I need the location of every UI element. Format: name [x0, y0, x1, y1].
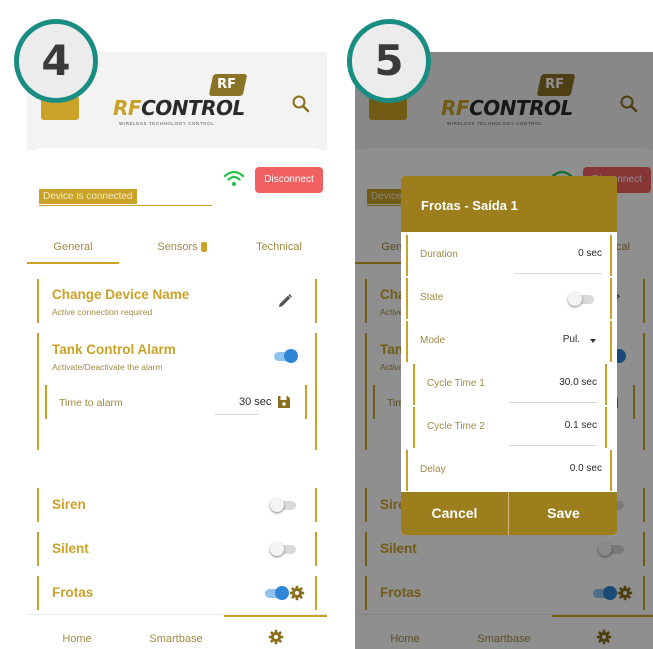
sensors-badge	[200, 242, 207, 253]
frotas-row: Frotas	[37, 576, 317, 610]
logo-name: CONTROL	[141, 96, 245, 120]
cycle-time-1-label: Cycle Time 1	[427, 378, 485, 389]
tank-alarm-toggle[interactable]	[270, 349, 298, 363]
cycle-time-1-row: Cycle Time 1 30.0 sec	[413, 364, 607, 405]
nav-smartbase-label: Smartbase	[149, 633, 203, 645]
frotas-toggle[interactable]	[261, 586, 289, 600]
tank-alarm-subtitle: Activate/Deactivate the alarm	[52, 362, 163, 372]
cycle-time-2-label: Cycle Time 2	[427, 421, 485, 432]
chevron-down-icon[interactable]	[590, 339, 596, 343]
gear-icon[interactable]	[289, 585, 305, 601]
nav-home[interactable]: Home	[27, 615, 127, 649]
logo-tagline: WIRELESS TECHNOLOGY CONTROL	[119, 121, 215, 126]
tab-sensors-label: Sensors	[157, 241, 198, 253]
dialog-title: Frotas - Saída 1	[421, 198, 518, 213]
settings-screen: RF RFCONTROL WIRELESS TECHNOLOGY CONTROL…	[27, 52, 327, 649]
save-icon[interactable]	[277, 395, 291, 409]
pencil-icon[interactable]	[277, 293, 293, 309]
siren-title: Siren	[52, 497, 86, 512]
mode-row: Mode Pul.	[406, 321, 612, 362]
nav-settings[interactable]	[224, 615, 327, 649]
cycle-time-1-underline	[509, 402, 597, 403]
siren-row: Siren	[37, 488, 317, 522]
dialog-header: Frotas - Saída 1	[401, 176, 617, 232]
cycle-time-1-value[interactable]: 30.0 sec	[559, 377, 597, 388]
delay-value[interactable]: 0.0 sec	[570, 463, 602, 474]
cancel-button[interactable]: Cancel	[401, 492, 509, 535]
change-device-name-title: Change Device Name	[52, 287, 190, 302]
change-device-name-subtitle: Active connection required	[52, 307, 153, 317]
time-to-alarm-label: Time to alarm	[59, 397, 123, 409]
time-to-alarm-underline	[215, 414, 259, 415]
rfcontrol-logo: RF RFCONTROL WIRELESS TECHNOLOGY CONTROL	[113, 68, 253, 128]
device-card: Device is connected Disconnect General S…	[27, 148, 327, 649]
time-to-alarm-row: Time to alarm 30 sec	[45, 385, 307, 419]
state-label: State	[420, 292, 444, 303]
settings-gear-icon	[268, 629, 284, 645]
step-number-badge: 4	[14, 19, 98, 103]
tab-general[interactable]: General	[27, 234, 119, 264]
dialog-footer: Cancel Save	[401, 492, 617, 535]
logo-text: RFCONTROL	[113, 96, 245, 120]
delay-label: Delay	[420, 464, 446, 475]
state-row: State	[406, 278, 612, 319]
bottom-nav: Home Smartbase	[27, 614, 327, 649]
status-underline	[39, 205, 212, 206]
duration-row: Duration 0 sec	[406, 235, 612, 276]
duration-label: Duration	[420, 249, 458, 260]
tab-general-label: General	[53, 241, 93, 253]
logo-prefix: RF	[113, 96, 142, 120]
delay-row: Delay 0.0 sec	[406, 450, 612, 491]
duration-underline	[514, 273, 602, 274]
save-button[interactable]: Save	[510, 492, 617, 535]
silent-toggle[interactable]	[270, 542, 298, 556]
search-icon[interactable]	[291, 94, 311, 114]
nav-home-label: Home	[62, 633, 92, 645]
cycle-time-2-value[interactable]: 0.1 sec	[565, 420, 597, 431]
mode-select[interactable]: Pul.	[563, 334, 580, 345]
state-toggle[interactable]	[568, 292, 596, 306]
connection-status-badge: Device is connected	[39, 189, 137, 204]
logo-mark: RF	[208, 74, 248, 96]
wifi-icon	[223, 170, 245, 186]
cycle-time-2-underline	[509, 445, 597, 446]
tank-alarm-title: Tank Control Alarm	[52, 342, 176, 357]
time-to-alarm-value[interactable]: 30 sec	[239, 396, 271, 408]
cycle-time-2-row: Cycle Time 2 0.1 sec	[413, 407, 607, 448]
tank-control-alarm-row: Tank Control Alarm Activate/Deactivate t…	[37, 333, 317, 450]
frotas-output-dialog: Frotas - Saída 1 Duration 0 sec State Mo…	[401, 176, 617, 535]
frotas-dialog-screen: RF RFCONTROL WIRELESS TECHNOLOGY CONTROL…	[355, 52, 653, 649]
tab-technical[interactable]: Technical	[231, 234, 327, 264]
nav-smartbase[interactable]: Smartbase	[127, 615, 225, 649]
mode-label: Mode	[420, 335, 446, 346]
silent-row: Silent	[37, 532, 317, 566]
disconnect-button[interactable]: Disconnect	[255, 167, 323, 193]
logo-mark-text: RF	[217, 77, 236, 92]
tab-technical-label: Technical	[256, 241, 302, 253]
settings-tabs: General Sensors Technical	[27, 234, 327, 264]
duration-value[interactable]: 0 sec	[578, 248, 602, 259]
frotas-title: Frotas	[52, 585, 94, 600]
step-number-badge: 5	[347, 19, 431, 103]
silent-title: Silent	[52, 541, 89, 556]
siren-toggle[interactable]	[270, 498, 298, 512]
tab-sensors[interactable]: Sensors	[137, 234, 227, 264]
change-device-name-row[interactable]: Change Device Name Active connection req…	[37, 279, 317, 323]
